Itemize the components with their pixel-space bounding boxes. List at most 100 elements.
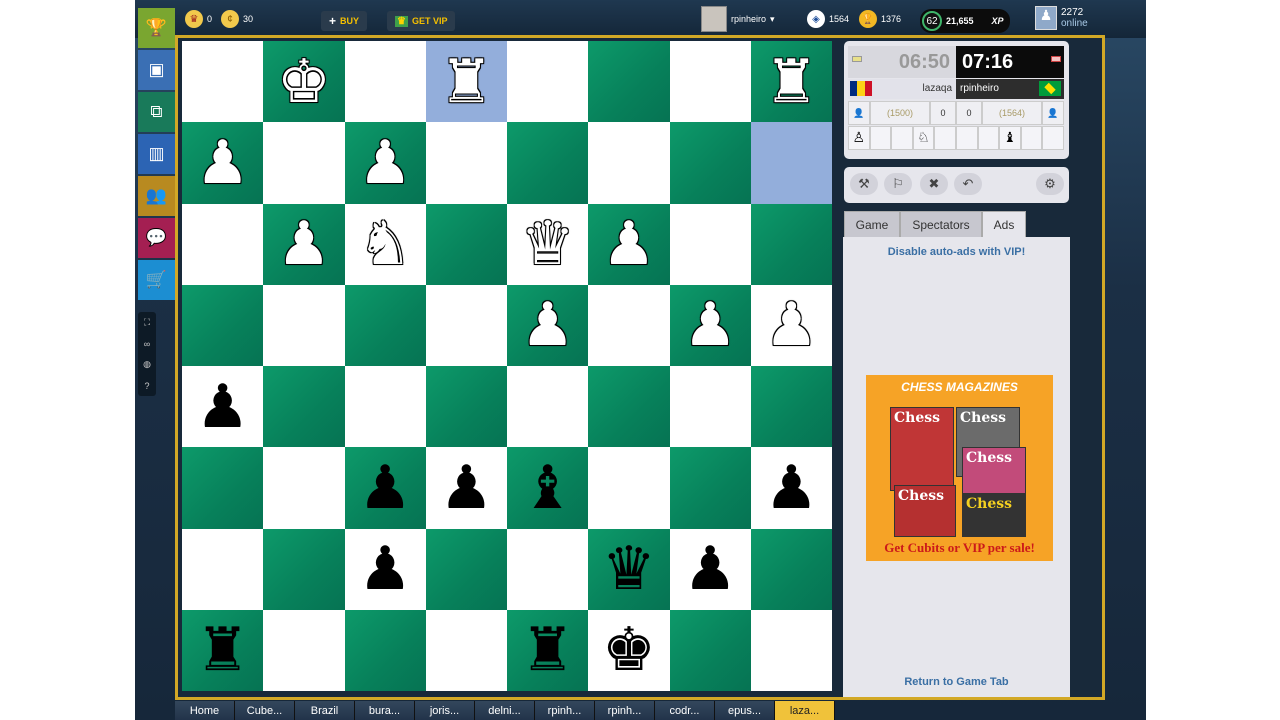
board-square[interactable] — [507, 41, 589, 123]
disable-ads-link[interactable]: Disable auto-ads with VIP! — [843, 246, 1070, 258]
board-square[interactable] — [263, 122, 345, 204]
tab-ads[interactable]: Ads — [982, 211, 1026, 238]
board-square[interactable] — [425, 528, 507, 610]
settings-button[interactable]: ⚙ — [1036, 173, 1064, 195]
bottom-tab[interactable]: epus... — [715, 701, 775, 720]
bottom-tab[interactable]: laza... — [775, 701, 835, 720]
board-square[interactable] — [669, 41, 751, 123]
board-square[interactable] — [344, 284, 426, 366]
board-square[interactable] — [425, 609, 507, 691]
link-icon[interactable]: ∞ — [144, 339, 150, 349]
black-bishop-icon[interactable]: ♝ — [521, 458, 575, 518]
white-pawn-icon[interactable]: ♟ — [196, 133, 250, 193]
board-square[interactable]: ♜ — [507, 609, 589, 691]
bottom-tab[interactable]: codr... — [655, 701, 715, 720]
board-square[interactable]: ♟ — [750, 284, 832, 366]
board-square[interactable]: ♜ — [425, 41, 507, 123]
black-pawn-icon[interactable]: ♟ — [764, 458, 818, 518]
board-square[interactable] — [344, 609, 426, 691]
rating-counter[interactable]: ◈ 1564 — [807, 10, 849, 28]
white-king-icon[interactable]: ♚ — [277, 52, 331, 112]
return-to-game-link[interactable]: Return to Game Tab — [843, 676, 1070, 688]
fullscreen-icon[interactable]: ⛶ — [144, 317, 150, 328]
board-square[interactable] — [750, 366, 832, 448]
black-pawn-icon[interactable]: ♟ — [358, 458, 412, 518]
resign-button[interactable]: ✖ — [920, 173, 948, 195]
coins-counter[interactable]: ¢ 30 — [221, 10, 253, 28]
board-square[interactable]: ♛ — [507, 203, 589, 285]
board-square[interactable] — [344, 366, 426, 448]
board-square[interactable] — [425, 284, 507, 366]
board-square[interactable]: ♟ — [588, 203, 670, 285]
sidebar-item-people[interactable]: 👥 — [138, 176, 175, 216]
board-square[interactable] — [425, 203, 507, 285]
board-square[interactable]: ♟ — [182, 122, 264, 204]
black-pawn-icon[interactable]: ♟ — [439, 458, 493, 518]
buy-button[interactable]: + BUY — [321, 11, 368, 31]
sidebar-item-chat[interactable]: 💬 — [138, 218, 175, 258]
bottom-tab[interactable]: Brazil — [295, 701, 355, 720]
board-square[interactable]: ♟ — [669, 528, 751, 610]
chess-board[interactable]: ♚ ♜ ♜ ♟ ♟ ♟ ♞ ♛ ♟ ♟ ♟ ♟ ♟ ♟ ♟ ♝ ♟ ♟ ♛ ♟ ♜ ♜ ♚ — [182, 41, 832, 691]
board-square[interactable] — [425, 122, 507, 204]
board-square[interactable]: ♟ — [182, 366, 264, 448]
white-knight-icon[interactable]: ♞ — [358, 214, 412, 274]
board-square[interactable] — [750, 122, 832, 204]
white-queen-icon[interactable]: ♛ — [521, 214, 575, 274]
bottom-tab[interactable]: Cube... — [235, 701, 295, 720]
board-square[interactable] — [750, 528, 832, 610]
tab-spectators[interactable]: Spectators — [900, 211, 982, 238]
black-pawn-icon[interactable]: ♟ — [196, 377, 250, 437]
sidebar-item-podium[interactable]: ▥ — [138, 134, 175, 174]
white-rook-icon[interactable]: ♜ — [764, 52, 818, 112]
white-pawn-icon[interactable]: ♟ — [764, 295, 818, 355]
board-square[interactable] — [588, 41, 670, 123]
board-square[interactable]: ♝ — [507, 447, 589, 529]
board-square[interactable]: ♞ — [344, 203, 426, 285]
white-rook-icon[interactable]: ♜ — [439, 52, 493, 112]
abort-button[interactable]: ⚐ — [884, 173, 912, 195]
cubits-counter[interactable]: 🏆 1376 — [859, 10, 901, 28]
black-rook-icon[interactable]: ♜ — [196, 620, 250, 680]
board-square[interactable] — [507, 366, 589, 448]
black-queen-icon[interactable]: ♛ — [602, 539, 656, 599]
black-pawn-icon[interactable]: ♟ — [358, 539, 412, 599]
board-square[interactable] — [182, 284, 264, 366]
board-square[interactable]: ♜ — [750, 41, 832, 123]
chess-magazines-ad[interactable]: CHESS MAGAZINES Chess Chess Chess Chess … — [866, 375, 1053, 561]
bottom-tab[interactable]: Home — [175, 701, 235, 720]
board-square[interactable] — [588, 284, 670, 366]
bottom-tab[interactable]: bura... — [355, 701, 415, 720]
board-square[interactable] — [669, 122, 751, 204]
board-square[interactable] — [263, 447, 345, 529]
board-square[interactable] — [263, 366, 345, 448]
white-pawn-icon[interactable]: ♟ — [683, 295, 737, 355]
bottom-tab[interactable]: rpinh... — [535, 701, 595, 720]
sidebar-item-trophy[interactable]: 🏆 — [138, 8, 175, 48]
get-vip-button[interactable]: ♛ GET VIP — [387, 11, 456, 31]
board-square[interactable]: ♜ — [182, 609, 264, 691]
board-square[interactable]: ♟ — [750, 447, 832, 529]
board-square[interactable] — [182, 528, 264, 610]
bottom-tab[interactable]: joris... — [415, 701, 475, 720]
board-square[interactable] — [669, 203, 751, 285]
shield-icon[interactable]: ◍ — [143, 359, 151, 370]
board-square[interactable] — [588, 366, 670, 448]
crowns-counter[interactable]: ♛ 0 — [185, 10, 212, 28]
board-square[interactable]: ♟ — [507, 284, 589, 366]
sidebar-item-cart[interactable]: 🛒 — [138, 260, 175, 300]
xp-counter[interactable]: 62 21,655 XP — [920, 9, 1010, 33]
bottom-tab[interactable]: rpinh... — [595, 701, 655, 720]
board-square[interactable] — [669, 609, 751, 691]
sidebar-item-boards-user[interactable]: ⧉ — [138, 92, 175, 132]
board-square[interactable]: ♟ — [344, 447, 426, 529]
board-square[interactable] — [263, 528, 345, 610]
undo-button[interactable]: ↶ — [954, 173, 982, 195]
online-counter[interactable]: ♟ 2272 online — [1035, 6, 1088, 30]
tab-game[interactable]: Game — [844, 211, 900, 238]
board-square[interactable] — [588, 122, 670, 204]
black-pawn-icon[interactable]: ♟ — [683, 539, 737, 599]
board-square[interactable] — [669, 366, 751, 448]
board-square[interactable]: ♛ — [588, 528, 670, 610]
board-square[interactable]: ♚ — [263, 41, 345, 123]
